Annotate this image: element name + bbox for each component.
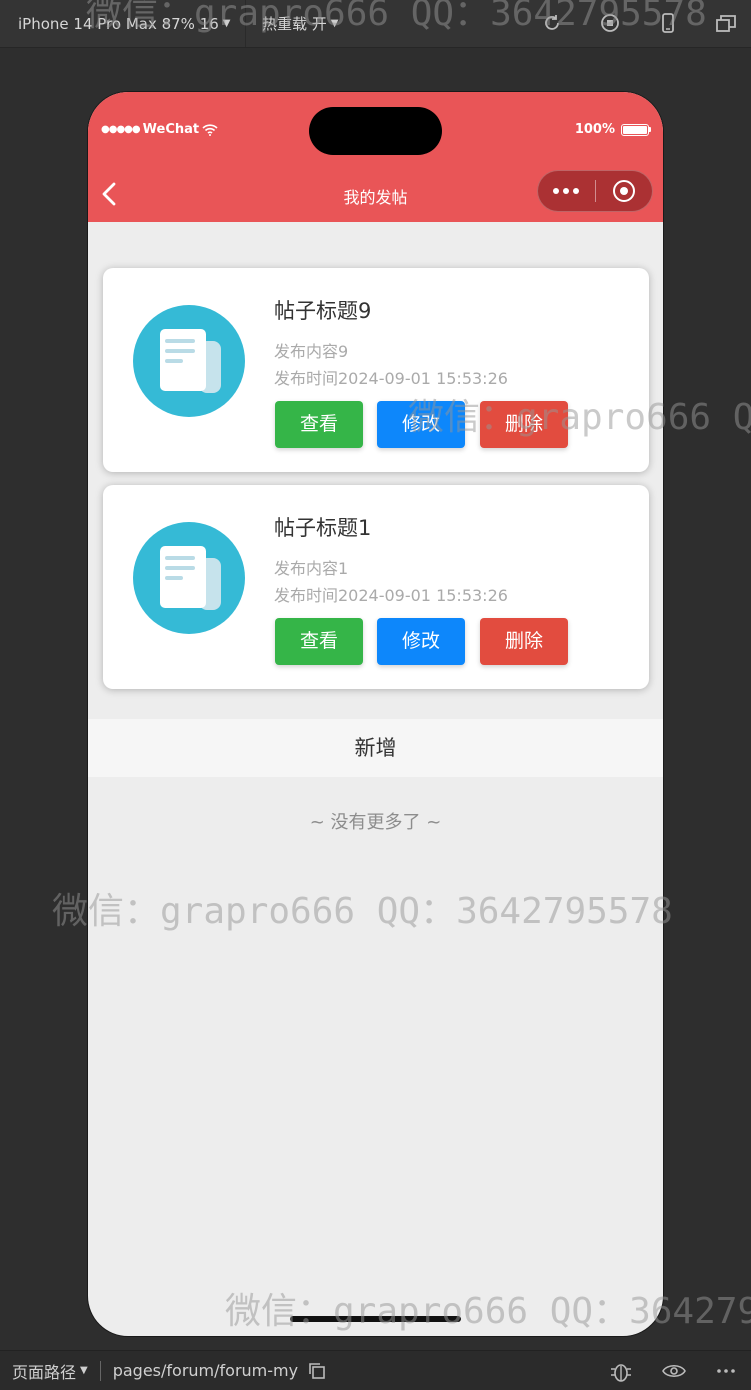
app-header: ●●●●● WeChat 100% 我的发帖: [88, 92, 663, 222]
post-title: 帖子标题9: [274, 299, 372, 323]
menu-capsule: [537, 170, 653, 212]
post-content: 发布内容1: [274, 559, 349, 578]
wifi-icon: [202, 123, 218, 136]
no-more-text: ~ 没有更多了 ~: [309, 812, 442, 833]
more-icon[interactable]: [715, 1361, 737, 1381]
devtools-bottom-bar: 页面路径 ▼ pages/forum/forum-my: [0, 1350, 751, 1390]
edit-button[interactable]: 修改: [377, 401, 465, 448]
copy-icon[interactable]: [308, 1362, 326, 1380]
page-path: pages/forum/forum-my: [113, 1361, 326, 1380]
carrier-name: WeChat: [142, 122, 200, 137]
hot-reload-label: 热重载 开: [262, 15, 327, 33]
delete-button[interactable]: 删除: [480, 618, 568, 665]
post-content: 发布内容9: [274, 342, 349, 361]
bottom-bar-icons: [609, 1361, 737, 1383]
dynamic-island: [309, 107, 442, 155]
battery-info: 100%: [575, 122, 651, 137]
edit-button[interactable]: 修改: [377, 618, 465, 665]
battery-icon: [621, 123, 651, 136]
page-path-value: pages/forum/forum-my: [112, 1361, 299, 1380]
navigation-bar: 我的发帖: [88, 164, 663, 222]
document-icon: [133, 305, 245, 417]
hot-reload-toggle[interactable]: 热重载 开 ▼: [246, 0, 338, 47]
signal-icon: ●●●●●: [101, 124, 141, 135]
windows-icon[interactable]: [715, 12, 737, 34]
phone-icon[interactable]: [657, 12, 679, 34]
view-button[interactable]: 查看: [275, 401, 363, 448]
chevron-down-icon: ▼: [222, 18, 231, 29]
eye-icon[interactable]: [661, 1361, 687, 1381]
post-time: 发布时间2024-09-01 15:53:26: [274, 369, 508, 388]
post-card[interactable]: 帖子标题1 发布内容1 发布时间2024-09-01 15:53:26 查看 修…: [103, 485, 649, 689]
home-indicator[interactable]: [290, 1316, 461, 1322]
view-button[interactable]: 查看: [275, 618, 363, 665]
chevron-down-icon: ▼: [80, 1365, 88, 1376]
device-selector[interactable]: iPhone 14 Pro Max 87% 16 ▼: [0, 0, 246, 47]
post-title: 帖子标题1: [274, 516, 372, 540]
phone-simulator: ●●●●● WeChat 100% 我的发帖 帖子标题9 发布内容9 发布时间2…: [88, 92, 663, 1336]
refresh-icon[interactable]: [541, 12, 563, 34]
stop-icon[interactable]: [599, 12, 621, 34]
toolbar-icons: [541, 12, 737, 34]
more-icon[interactable]: [538, 188, 595, 194]
battery-percent: 100%: [574, 122, 615, 137]
chevron-down-icon: ▼: [330, 18, 339, 29]
post-card[interactable]: 帖子标题9 发布内容9 发布时间2024-09-01 15:53:26 查看 修…: [103, 268, 649, 472]
bug-icon[interactable]: [609, 1361, 633, 1383]
devtools-toolbar: iPhone 14 Pro Max 87% 16 ▼ 热重载 开 ▼: [0, 0, 751, 48]
close-miniprogram-icon[interactable]: [595, 180, 652, 202]
page-path-selector[interactable]: 页面路径 ▼: [0, 1359, 88, 1383]
delete-button[interactable]: 删除: [480, 401, 568, 448]
carrier-info: ●●●●● WeChat: [101, 122, 218, 137]
page-path-label: 页面路径: [12, 1362, 77, 1382]
document-icon: [133, 522, 245, 634]
divider: [99, 1360, 101, 1381]
device-label: iPhone 14 Pro Max 87% 16: [18, 14, 219, 33]
post-time: 发布时间2024-09-01 15:53:26: [274, 586, 508, 605]
add-button[interactable]: 新增: [88, 719, 663, 777]
